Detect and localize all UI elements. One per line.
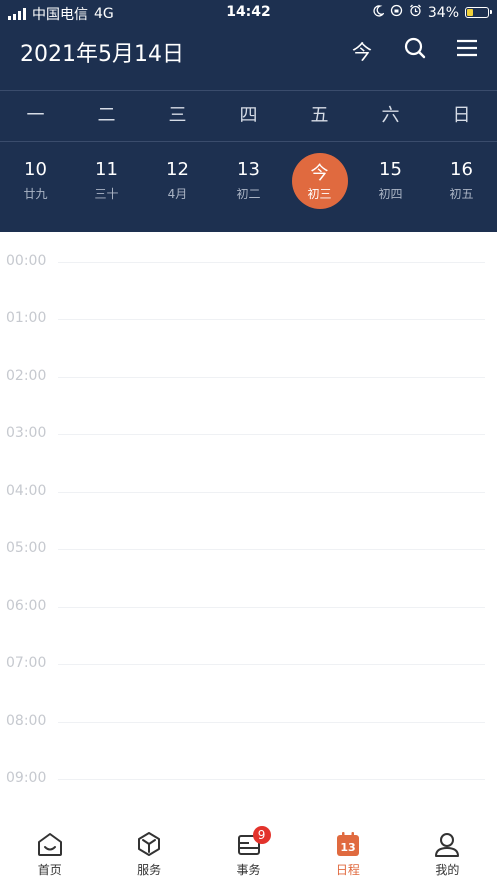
menu-button[interactable] [451, 34, 483, 66]
bottom-tab-bar: 首页 服务 9 事务 13 日程 我的 [0, 822, 497, 883]
hour-divider [58, 779, 485, 780]
hour-divider [58, 664, 485, 665]
tab-profile[interactable]: 我的 [398, 822, 497, 883]
profile-icon [433, 830, 461, 858]
day-cell[interactable]: 16 初五 [426, 143, 497, 223]
hour-row[interactable]: 04:00 [0, 483, 497, 503]
weekday-label: 二 [97, 105, 116, 126]
day-number: 10 [24, 159, 47, 180]
hour-label: 05:00 [6, 540, 47, 556]
tab-label: 日程 [335, 863, 360, 877]
tab-label: 我的 [435, 863, 460, 877]
hour-label: 03:00 [6, 425, 47, 441]
menu-icon [456, 38, 478, 63]
lunar-date: 初三 [307, 187, 332, 201]
weekday-row: 一 二 三 四 五 六 日 [0, 90, 497, 142]
hour-divider [58, 607, 485, 608]
hour-divider [58, 492, 485, 493]
status-bar: 中国电信 4G 14:42 34% [0, 0, 497, 26]
calendar-icon: 13 [334, 830, 362, 858]
day-timeline[interactable]: 00:00 01:00 02:00 03:00 04:00 05:00 06:0… [0, 232, 497, 822]
hour-label: 08:00 [6, 713, 47, 729]
hour-divider [58, 262, 485, 263]
battery-percent: 34% [427, 4, 459, 21]
hour-row[interactable]: 00:00 [0, 253, 497, 273]
day-cell[interactable]: 13 初二 [213, 143, 284, 223]
hour-row[interactable]: 05:00 [0, 540, 497, 560]
day-number: 15 [379, 159, 402, 180]
day-cell[interactable]: 10 廿九 [0, 143, 71, 223]
hour-label: 07:00 [6, 655, 47, 671]
cube-icon [135, 830, 163, 858]
tab-services[interactable]: 服务 [99, 822, 198, 883]
tab-affairs[interactable]: 9 事务 [199, 822, 298, 883]
hour-label: 00:00 [6, 253, 47, 269]
hour-row[interactable]: 06:00 [0, 598, 497, 618]
hour-label: 06:00 [6, 598, 47, 614]
hour-divider [58, 722, 485, 723]
hour-row[interactable]: 02:00 [0, 368, 497, 388]
day-cell[interactable]: 11 三十 [71, 143, 142, 223]
lunar-date: 初四 [378, 187, 403, 201]
hour-row[interactable]: 09:00 [0, 770, 497, 790]
hour-label: 01:00 [6, 310, 47, 326]
week-days-row: 10 廿九 11 三十 12 4月 13 初二 今 初三 15 初四 16 初五 [0, 143, 497, 223]
day-number: 16 [450, 159, 473, 180]
tab-home[interactable]: 首页 [0, 822, 99, 883]
day-number: 11 [95, 159, 118, 180]
hour-label: 09:00 [6, 770, 47, 786]
day-cell-today[interactable]: 今 初三 [284, 143, 355, 223]
home-icon [36, 830, 64, 858]
search-icon [403, 36, 427, 65]
today-button[interactable]: 今 [346, 34, 378, 66]
alarm-icon [409, 4, 422, 21]
calendar-header: 中国电信 4G 14:42 34% 2021年5月14日 今 一 二 三 四 五… [0, 0, 497, 232]
hour-divider [58, 549, 485, 550]
orientation-lock-icon [390, 4, 403, 21]
calendar-icon-day: 13 [340, 841, 355, 854]
day-number: 12 [166, 159, 189, 180]
weekday-label: 五 [310, 105, 329, 126]
tab-label: 事务 [236, 863, 261, 877]
tab-schedule[interactable]: 13 日程 [298, 822, 397, 883]
weekday-label: 六 [381, 105, 400, 126]
hour-divider [58, 434, 485, 435]
hour-row[interactable]: 07:00 [0, 655, 497, 675]
hour-label: 02:00 [6, 368, 47, 384]
weekday-label: 一 [26, 105, 45, 126]
hour-divider [58, 377, 485, 378]
lunar-date: 初五 [449, 187, 474, 201]
moon-icon [372, 4, 385, 21]
day-number: 13 [237, 159, 260, 180]
lunar-date: 廿九 [23, 187, 48, 201]
weekday-label: 日 [452, 105, 471, 126]
hour-row[interactable]: 03:00 [0, 425, 497, 445]
hour-divider [58, 319, 485, 320]
lunar-date: 三十 [94, 187, 119, 201]
weekday-label: 四 [239, 105, 258, 126]
tab-label: 首页 [37, 863, 62, 877]
tab-label: 服务 [137, 863, 162, 877]
day-number: 今 [310, 163, 329, 184]
search-button[interactable] [399, 34, 431, 66]
hour-label: 04:00 [6, 483, 47, 499]
lunar-date: 4月 [167, 187, 188, 201]
lunar-date: 初二 [236, 187, 261, 201]
day-cell[interactable]: 15 初四 [355, 143, 426, 223]
day-cell[interactable]: 12 4月 [142, 143, 213, 223]
page-title: 2021年5月14日 [20, 42, 184, 67]
hour-row[interactable]: 01:00 [0, 310, 497, 330]
weekday-label: 三 [168, 105, 187, 126]
battery-icon [465, 7, 492, 18]
notification-badge: 9 [252, 826, 271, 844]
hour-row[interactable]: 08:00 [0, 713, 497, 733]
